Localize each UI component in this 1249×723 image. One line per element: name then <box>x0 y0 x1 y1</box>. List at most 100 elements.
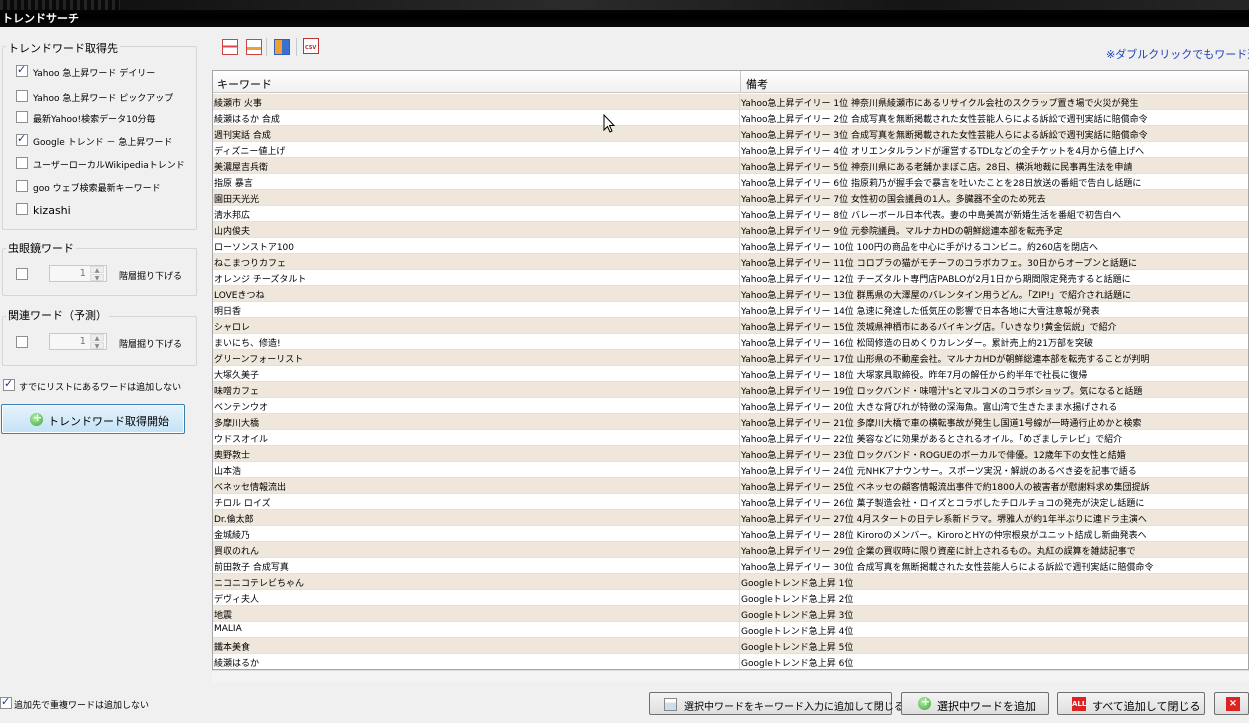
table-row[interactable]: ディズニー値上げ Yahoo急上昇デイリー 4位 オリエンタルランドが運営するTD… <box>213 142 1248 158</box>
title-decoration-band <box>120 0 1249 10</box>
no-duplicate-checkbox[interactable] <box>0 695 12 709</box>
table-row[interactable]: 鐵本美食 Googleトレンド急上昇 5位 <box>213 638 1248 654</box>
source-checkbox-goo[interactable] <box>16 180 28 192</box>
source-checkbox-google-trends[interactable] <box>16 132 28 146</box>
cell-keyword: 綾瀬はるか <box>214 659 260 669</box>
lens-depth-stepper[interactable]: 1 ▲ ▼ <box>49 265 107 282</box>
table-row[interactable]: 指原 暴言 Yahoo急上昇デイリー 6位 指原莉乃が握手会で暴言を吐いたことを2… <box>213 174 1248 190</box>
lens-group-title: 虫眼鏡ワード <box>6 240 76 256</box>
source-checkbox-yahoo-10min[interactable] <box>16 111 28 123</box>
edit-list-icon[interactable] <box>246 39 262 55</box>
export-list-icon[interactable] <box>222 39 238 55</box>
table-row[interactable]: チロル ロイズ Yahoo急上昇デイリー 26位 菓子製造会社・ロイズとコラボした… <box>213 494 1248 510</box>
cell-keyword: まいにち、修造! <box>214 339 281 349</box>
table-row[interactable]: ベンテンウオ Yahoo急上昇デイリー 20位 大きな背びれが特徴の深海魚。富山湾… <box>213 398 1248 414</box>
table-row[interactable]: 清水邦広 Yahoo急上昇デイリー 8位 バレーボール日本代表。妻の中島美嵩が新婚… <box>213 206 1248 222</box>
lens-depth-label: 階層掘り下げる <box>119 272 183 282</box>
sort-icon[interactable] <box>274 39 290 55</box>
cell-keyword: 明日香 <box>214 307 242 317</box>
cell-divider <box>739 462 740 478</box>
cell-note: Yahoo急上昇デイリー 2位 合成写真を無断掲載された女性芸能人らによる訴訟で… <box>741 115 1148 125</box>
table-row[interactable]: LOVEきつね Yahoo急上昇デイリー 13位 群馬県の大澤屋のバレンタイン用う… <box>213 286 1248 302</box>
table-row[interactable]: 山内俊夫 Yahoo急上昇デイリー 9位 元参院議員。マルナカHDの朝鮮総連本部を… <box>213 222 1248 238</box>
cell-keyword: 山内俊夫 <box>214 227 251 237</box>
add-selected-button[interactable]: 選択中ワードを追加 <box>901 692 1049 715</box>
table-row[interactable]: 地震 Googleトレンド急上昇 3位 <box>213 606 1248 622</box>
cell-keyword: 鐵本美食 <box>214 643 251 653</box>
lens-checkbox[interactable] <box>16 268 28 280</box>
table-row[interactable]: 前田敦子 合成写真 Yahoo急上昇デイリー 30位 合成写真を無断掲載された女性… <box>213 558 1248 574</box>
table-row[interactable]: 山本浩 Yahoo急上昇デイリー 24位 元NHKアナウンサー。スポーツ実況・解説… <box>213 462 1248 478</box>
related-depth-value: 1 <box>79 336 86 347</box>
cell-note: Yahoo急上昇デイリー 28位 Kiroroのメンバー。KiroroとHYの仲… <box>741 531 1147 541</box>
cell-note: Yahoo急上昇デイリー 10位 100円の商品を中心に手がけるコンビニ。約26… <box>741 243 1099 253</box>
start-trend-fetch-button[interactable]: トレンドワード取得開始 <box>1 404 185 434</box>
cell-divider <box>739 414 740 430</box>
add-all-and-close-button[interactable]: ALL すべて追加して閉じる <box>1057 692 1205 715</box>
cell-note: Yahoo急上昇デイリー 11位 コロプラの猫がモチーフのコラボカフェ。30日か… <box>741 259 1138 269</box>
table-row[interactable]: 綾瀬市 火事 Yahoo急上昇デイリー 1位 神奈川県綾瀬市にあるリサイクル会社の… <box>213 94 1248 110</box>
csv-export-icon[interactable]: CSV <box>303 38 319 54</box>
chevron-up-icon[interactable]: ▲ <box>90 266 104 274</box>
cell-divider <box>739 398 740 414</box>
cell-keyword: シャロレ <box>214 323 251 333</box>
cell-divider <box>739 286 740 302</box>
table-row[interactable]: グリーンフォーリスト Yahoo急上昇デイリー 17位 山形県の不動産会社。マルナ… <box>213 350 1248 366</box>
table-row[interactable]: ニコニコテレビちゃん Googleトレンド急上昇 1位 <box>213 574 1248 590</box>
column-header-keyword[interactable]: キーワード <box>217 76 272 92</box>
cell-divider <box>739 206 740 222</box>
table-row[interactable]: 美濃屋吉兵衛 Yahoo急上昇デイリー 5位 神奈川県にある老舗かまぼこ店。28日… <box>213 158 1248 174</box>
table-row[interactable]: 園田天光光 Yahoo急上昇デイリー 7位 女性初の国会議員の1人。多臓器不全のた… <box>213 190 1248 206</box>
table-row[interactable]: Dr.倫太郎 Yahoo急上昇デイリー 27位 4月スタートの日テレ系新ドラマ。堺… <box>213 510 1248 526</box>
table-row[interactable]: デヴィ夫人 Googleトレンド急上昇 2位 <box>213 590 1248 606</box>
title-bar: トレンドサーチ <box>0 0 1249 27</box>
related-depth-stepper[interactable]: 1 ▲ ▼ <box>49 333 107 350</box>
source-checkbox-wikipedia-trend[interactable] <box>16 157 28 169</box>
add-to-keyword-input-button[interactable]: 選択中ワードをキーワード入力に追加して閉じる <box>649 692 904 715</box>
table-row[interactable]: 奥野敦士 Yahoo急上昇デイリー 23位 ロックバンド・ROGUEのボーカルで俳… <box>213 446 1248 462</box>
column-divider[interactable] <box>740 71 741 93</box>
table-row[interactable]: 綾瀬はるか Googleトレンド急上昇 6位 <box>213 654 1248 669</box>
column-header-note[interactable]: 備考 <box>746 76 768 92</box>
table-row[interactable]: ベネッセ情報流出 Yahoo急上昇デイリー 25位 ベネッセの顧客情報流出事件で約… <box>213 478 1248 494</box>
chevron-up-icon[interactable]: ▲ <box>90 334 104 342</box>
table-row[interactable]: ねこまつりカフェ Yahoo急上昇デイリー 11位 コロプラの猫がモチーフのコラボ… <box>213 254 1248 270</box>
keyword-table[interactable]: キーワード 備考 綾瀬市 火事 Yahoo急上昇デイリー 1位 神奈川県綾瀬市にあ… <box>212 70 1249 670</box>
table-row[interactable]: 味噌カフェ Yahoo急上昇デイリー 19位 ロックバンド・味噌汁'sとマルコメの… <box>213 382 1248 398</box>
chevron-down-icon[interactable]: ▼ <box>90 342 104 350</box>
cell-keyword: 味噌カフェ <box>214 387 260 397</box>
table-row[interactable]: ウドスオイル Yahoo急上昇デイリー 22位 美容などに効果があるとされるオイル… <box>213 430 1248 446</box>
table-row[interactable]: まいにち、修造! Yahoo急上昇デイリー 16位 松岡修造の日めくりカレンダー。… <box>213 334 1248 350</box>
add-all-label: すべて追加して閉じる <box>1092 700 1201 713</box>
cell-note: Yahoo急上昇デイリー 24位 元NHKアナウンサー。スポーツ実況・解説のある… <box>741 467 1137 477</box>
table-row[interactable]: MALIA Googleトレンド急上昇 4位 <box>213 622 1248 638</box>
horizontal-scrollbar[interactable] <box>212 670 1249 682</box>
cell-note: Yahoo急上昇デイリー 13位 群馬県の大澤屋のバレンタイン用うどん。「ZIP… <box>741 291 1132 301</box>
add-icon <box>30 411 43 426</box>
cell-divider <box>739 334 740 350</box>
table-row[interactable]: ローソンストア100 Yahoo急上昇デイリー 10位 100円の商品を中心に手が… <box>213 238 1248 254</box>
table-row[interactable]: シャロレ Yahoo急上昇デイリー 15位 茨城県神栖市にあるバイキング店。「いき… <box>213 318 1248 334</box>
source-checkbox-kizashi[interactable] <box>16 203 28 215</box>
table-row[interactable]: 買収のれん Yahoo急上昇デイリー 29位 企業の買収時に限り資産に計上されるも… <box>213 542 1248 558</box>
source-checkbox-yahoo-daily[interactable] <box>16 63 28 77</box>
skip-existing-checkbox[interactable] <box>3 377 15 391</box>
table-row[interactable]: 大塚久美子 Yahoo急上昇デイリー 18位 大塚家具取締役。昨年7月の解任から約… <box>213 366 1248 382</box>
cell-divider <box>739 478 740 494</box>
close-button[interactable]: × <box>1214 692 1249 715</box>
table-row[interactable]: 明日香 Yahoo急上昇デイリー 14位 急速に発達した低気圧の影響で日本各地に大… <box>213 302 1248 318</box>
source-label: 最新Yahoo!検索データ10分毎 <box>33 115 156 125</box>
table-row[interactable]: 週刊実話 合成 Yahoo急上昇デイリー 3位 合成写真を無断掲載された女性芸能人… <box>213 126 1248 142</box>
chevron-down-icon[interactable]: ▼ <box>90 274 104 282</box>
cell-note: Yahoo急上昇デイリー 30位 合成写真を無断掲載された女性芸能人らによる訴訟… <box>741 563 1154 573</box>
table-row[interactable]: 金城綾乃 Yahoo急上昇デイリー 28位 Kiroroのメンバー。Kiroroと… <box>213 526 1248 542</box>
table-row[interactable]: オレンジ チーズタルト Yahoo急上昇デイリー 12位 チーズタルト専門店PAB… <box>213 270 1248 286</box>
source-checkbox-yahoo-pickup[interactable] <box>16 90 28 102</box>
cell-keyword: 奥野敦士 <box>214 451 251 461</box>
source-label: kizashi <box>33 204 71 217</box>
cell-note: Googleトレンド急上昇 3位 <box>741 611 854 621</box>
related-checkbox[interactable] <box>16 336 28 348</box>
cell-keyword: 金城綾乃 <box>214 531 251 541</box>
table-row[interactable]: 綾瀬はるか 合成 Yahoo急上昇デイリー 2位 合成写真を無断掲載された女性芸能… <box>213 110 1248 126</box>
table-row[interactable]: 多摩川大橋 Yahoo急上昇デイリー 21位 多摩川大橋で車の横転事故が発生し国道… <box>213 414 1248 430</box>
